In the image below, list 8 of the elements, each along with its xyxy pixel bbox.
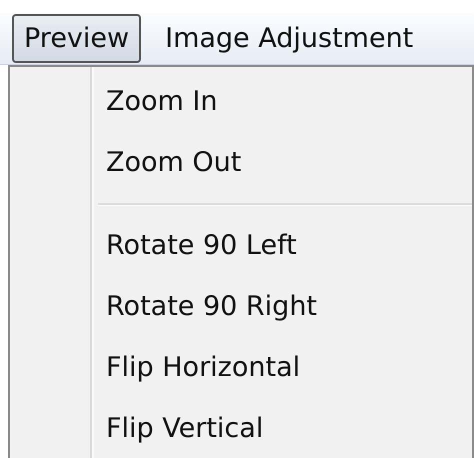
menu-bar-item[interactable]: Image Adjustment bbox=[153, 14, 426, 63]
menu-item[interactable]: Flip Vertical bbox=[10, 398, 472, 458]
menu-item[interactable]: Zoom Out bbox=[10, 132, 472, 193]
menu-item[interactable]: Zoom In bbox=[10, 71, 472, 132]
menu-item[interactable]: Rotate 90 Left bbox=[10, 215, 472, 276]
menu-item[interactable]: Rotate 90 Right bbox=[10, 276, 472, 337]
menu-bar-item[interactable]: Preview bbox=[12, 14, 142, 63]
menu-item[interactable]: Flip Horizontal bbox=[10, 337, 472, 398]
